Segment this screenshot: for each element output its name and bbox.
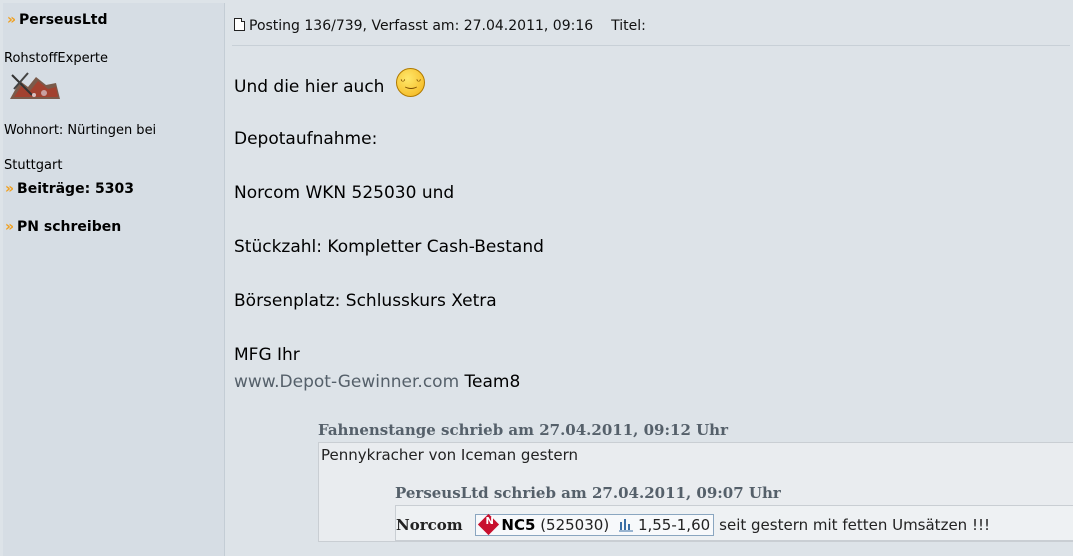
- doc-icon[interactable]: [234, 18, 245, 31]
- post-meta: Posting 136/739, Verfasst am: 27.04.2011…: [249, 18, 594, 34]
- private-message-link[interactable]: PN schreiben: [17, 219, 121, 235]
- nested-quote-line: Norcom NC5 (525030) 1,55-1,60 seit geste…: [396, 513, 990, 536]
- post-line: MFG Ihr: [234, 345, 300, 365]
- post-header: Posting 136/739, Verfasst am: 27.04.2011…: [234, 18, 646, 34]
- header-divider: [232, 45, 1070, 46]
- forum-post: » PerseusLtd RohstoffExperte Wohnort: Nür…: [0, 0, 1073, 556]
- post-line: Börsenplatz: Schlusskurs Xetra: [234, 291, 497, 311]
- signature: www.Depot-Gewinner.com Team8: [234, 372, 520, 392]
- stock-logo-icon: [478, 513, 500, 536]
- bullet-icon: »: [5, 181, 14, 197]
- smiley-icon: ᵕ‿ᵕ: [396, 68, 426, 97]
- post-content: Posting 136/739, Verfasst am: 27.04.2011…: [226, 3, 1073, 556]
- bullet-icon: »: [5, 219, 14, 235]
- post-line: Norcom WKN 525030 und: [234, 183, 455, 203]
- location-line2: Stuttgart: [4, 158, 63, 173]
- ticker-symbol[interactable]: NC5: [501, 516, 535, 534]
- private-message-row[interactable]: » PN schreiben: [5, 219, 121, 235]
- nested-quote-header: PerseusLtd schrieb am 27.04.2011, 09:07 …: [395, 484, 781, 502]
- author-panel: » PerseusLtd RohstoffExperte Wohnort: Nür…: [3, 3, 225, 556]
- location-line1: Wohnort: Nürtingen bei: [4, 123, 157, 138]
- chart-icon[interactable]: [618, 517, 633, 532]
- quote-text: Pennykracher von Iceman gestern: [321, 446, 578, 464]
- quote-comment: seit gestern mit fetten Umsätzen !!!: [719, 516, 990, 534]
- post-line-text: Und die hier auch: [234, 77, 385, 97]
- post-line: Stückzahl: Kompletter Cash-Bestand: [234, 237, 544, 257]
- quote-header: Fahnenstange schrieb am 27.04.2011, 09:1…: [318, 421, 728, 439]
- nested-quote-box: Norcom NC5 (525030) 1,55-1,60 seit geste…: [395, 505, 1073, 541]
- avatar-image: [6, 69, 62, 103]
- post-count: Beiträge: 5303: [17, 181, 135, 197]
- stock-ticker-box[interactable]: NC5 (525030) 1,55-1,60: [475, 513, 715, 536]
- ticker-wkn: (525030): [540, 516, 610, 534]
- post-line: Und die hier auch ᵕ‿ᵕ: [234, 68, 426, 105]
- company-name: Norcom: [396, 516, 463, 534]
- post-title-label: Titel:: [611, 18, 646, 34]
- bullet-icon: »: [7, 12, 16, 28]
- author-name-row[interactable]: » PerseusLtd: [7, 12, 107, 28]
- post-line: Depotaufnahme:: [234, 129, 378, 149]
- signature-text: Team8: [459, 372, 521, 392]
- quote-box: Pennykracher von Iceman gestern PerseusL…: [318, 442, 1073, 542]
- author-rank: RohstoffExperte: [4, 51, 109, 66]
- post-count-row: » Beiträge: 5303: [5, 181, 134, 197]
- signature-link[interactable]: www.Depot-Gewinner.com: [234, 372, 459, 392]
- author-name[interactable]: PerseusLtd: [19, 12, 107, 28]
- ticker-price: 1,55-1,60: [637, 516, 711, 534]
